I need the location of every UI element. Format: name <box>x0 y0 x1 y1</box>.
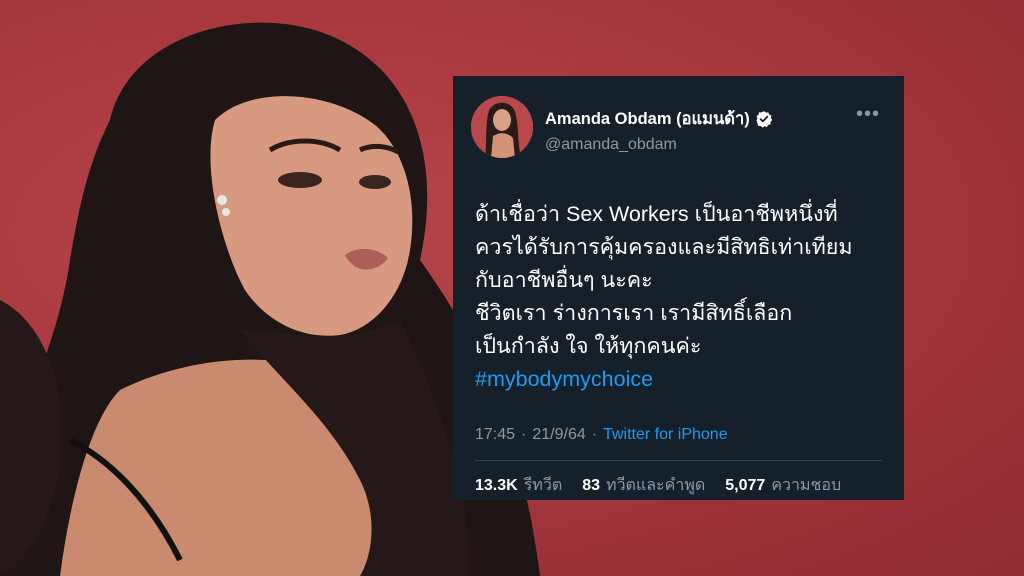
likes-count: 5,077 <box>725 476 766 494</box>
tweet-header: Amanda Obdam (อแมนด้า) @amanda_obdam ••• <box>471 96 882 160</box>
tweet-line: เป็นกำลัง ใจ ให้ทุกคนค่ะ <box>475 334 702 358</box>
author-handle[interactable]: @amanda_obdam <box>545 136 856 154</box>
tweet-card: Amanda Obdam (อแมนด้า) @amanda_obdam •••… <box>453 76 904 500</box>
display-name-row: Amanda Obdam (อแมนด้า) <box>545 106 856 132</box>
quotes-count: 83 <box>582 476 601 494</box>
tweet-time[interactable]: 17:45 <box>475 426 515 444</box>
tweet-date[interactable]: 21/9/64 <box>532 426 585 444</box>
tweet-line: ด้าเชื่อว่า Sex Workers เป็นอาชีพหนึ่งที… <box>475 202 838 226</box>
quote-tweets-stat[interactable]: 83 ทวีตและคำพูด <box>582 473 705 498</box>
tweet-line: ชีวิตเรา ร่างการเรา เรามีสิทธิ์เลือก <box>475 301 793 325</box>
avatar[interactable] <box>471 96 533 158</box>
retweets-count: 13.3K <box>475 476 518 494</box>
tweet-text: ด้าเชื่อว่า Sex Workers เป็นอาชีพหนึ่งที… <box>475 198 882 396</box>
meta-separator: · <box>521 426 527 443</box>
display-name[interactable]: Amanda Obdam (อแมนด้า) <box>545 106 750 132</box>
tweet-line: กับอาชีพอื่นๆ นะคะ <box>475 268 653 292</box>
tweet-line: ควรได้รับการคุ้มครองและมีสิทธิเท่าเทียม <box>475 235 853 259</box>
likes-stat[interactable]: 5,077 ความชอบ <box>725 473 841 498</box>
likes-label: ความชอบ <box>771 476 842 494</box>
retweets-label: รีทวีต <box>523 476 563 494</box>
retweets-stat[interactable]: 13.3K รีทวีต <box>475 473 562 498</box>
quotes-label: ทวีตและคำพูด <box>606 476 706 494</box>
meta-separator: · <box>591 426 598 443</box>
tweet-meta: 17:45 · 21/9/64 · Twitter for iPhone <box>475 426 882 444</box>
more-horizontal-icon[interactable]: ••• <box>856 104 880 124</box>
tweet-source-link[interactable]: Twitter for iPhone <box>603 426 728 444</box>
verified-badge-icon <box>755 110 773 128</box>
tweet-stats: 13.3K รีทวีต 83 ทวีตและคำพูด 5,077 ความช… <box>475 461 882 509</box>
author-names: Amanda Obdam (อแมนด้า) @amanda_obdam <box>545 106 856 154</box>
hashtag-link[interactable]: #mybodymychoice <box>475 363 882 396</box>
